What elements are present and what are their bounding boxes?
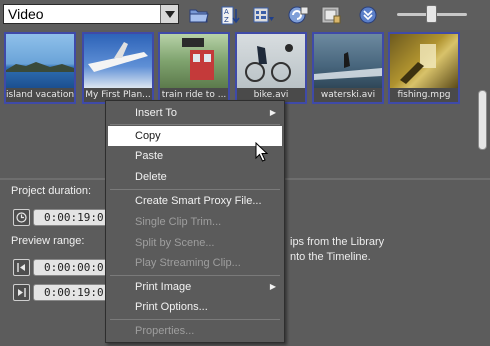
library-scrollbar[interactable]	[478, 90, 487, 150]
open-folder-icon[interactable]	[188, 5, 210, 25]
clock-icon[interactable]	[13, 209, 30, 226]
menu-item-label: Properties...	[135, 325, 195, 337]
library-toolbar: Video A Z	[0, 0, 490, 30]
project-duration-label: Project duration:	[11, 185, 92, 197]
project-duration-timecode: 0:00:19:0	[33, 209, 113, 226]
library-clip[interactable]: My First Plan...	[82, 32, 154, 104]
svg-text:Z: Z	[224, 16, 229, 24]
timeline-hint-line2: nto the Timeline.	[290, 251, 371, 263]
menu-item-label: Play Streaming Clip...	[135, 257, 241, 269]
mouse-cursor-icon	[255, 141, 269, 165]
library-clip[interactable]: fishing.mpg	[388, 32, 460, 104]
view-options-icon[interactable]	[253, 5, 275, 25]
preview-range-label: Preview range:	[11, 235, 85, 247]
menu-item-label: Delete	[135, 171, 167, 183]
zoom-slider-thumb[interactable]	[426, 5, 437, 23]
menu-item-label: Paste	[135, 150, 164, 162]
clip-thumbnail-image	[314, 34, 382, 88]
menu-item-split-by-scene: Split by Scene...	[108, 233, 282, 253]
category-dropdown[interactable]: Video	[3, 4, 179, 24]
menu-separator	[110, 189, 280, 190]
menu-item-label: Print Image	[135, 281, 192, 293]
clip-caption: waterski.avi	[314, 88, 382, 102]
clip-thumbnail-image	[237, 34, 305, 88]
menu-separator	[110, 124, 280, 125]
library-clip[interactable]: island vacation	[4, 32, 76, 104]
preview-start-timecode[interactable]: 0:00:00:0	[33, 259, 113, 276]
clip-caption: island vacation	[6, 88, 74, 102]
chevron-down-icon[interactable]	[160, 5, 178, 23]
menu-item-properties: Properties...	[108, 321, 282, 341]
expand-icon[interactable]	[357, 5, 379, 25]
menu-item-label: Create Smart Proxy File...	[135, 195, 262, 207]
library-clip[interactable]: bike.avi	[235, 32, 307, 104]
menu-item-print-image[interactable]: Print Image ▶	[108, 277, 282, 297]
menu-separator	[110, 275, 280, 276]
submenu-arrow-icon: ▶	[269, 108, 276, 117]
timeline-hint-line1: ips from the Library	[290, 236, 385, 248]
library-manager-icon[interactable]	[320, 5, 342, 25]
menu-item-single-clip-trim: Single Clip Trim...	[108, 212, 282, 232]
mark-out-icon[interactable]	[13, 284, 30, 301]
menu-item-label: Insert To	[135, 107, 177, 119]
menu-item-label: Split by Scene...	[135, 237, 215, 249]
clip-thumbnail-image	[160, 34, 228, 88]
menu-item-delete[interactable]: Delete	[108, 167, 282, 187]
menu-item-create-smart-proxy[interactable]: Create Smart Proxy File...	[108, 191, 282, 211]
menu-item-insert-to[interactable]: Insert To ▶	[108, 103, 282, 123]
menu-item-label: Copy	[135, 130, 161, 142]
clip-caption: fishing.mpg	[390, 88, 458, 102]
category-dropdown-value: Video	[8, 6, 44, 22]
clip-context-menu: Insert To ▶ Copy Paste Delete Create Sma…	[105, 100, 285, 343]
submenu-arrow-icon: ▶	[269, 282, 276, 291]
clip-thumbnail-image	[390, 34, 458, 88]
clip-thumbnail-image	[84, 34, 152, 88]
library-clip[interactable]: train ride to ...	[158, 32, 230, 104]
menu-item-label: Single Clip Trim...	[135, 216, 222, 228]
import-icon[interactable]	[287, 5, 309, 25]
preview-end-timecode[interactable]: 0:00:19:0	[33, 284, 113, 301]
menu-item-print-options[interactable]: Print Options...	[108, 297, 282, 317]
menu-item-play-streaming-clip: Play Streaming Clip...	[108, 253, 282, 273]
clip-thumbnail-image	[6, 34, 74, 88]
menu-separator	[110, 319, 280, 320]
svg-text:A: A	[224, 8, 229, 16]
menu-item-label: Print Options...	[135, 301, 208, 313]
mark-in-icon[interactable]	[13, 259, 30, 276]
sort-icon[interactable]: A Z	[220, 5, 242, 25]
library-clip[interactable]: waterski.avi	[312, 32, 384, 104]
